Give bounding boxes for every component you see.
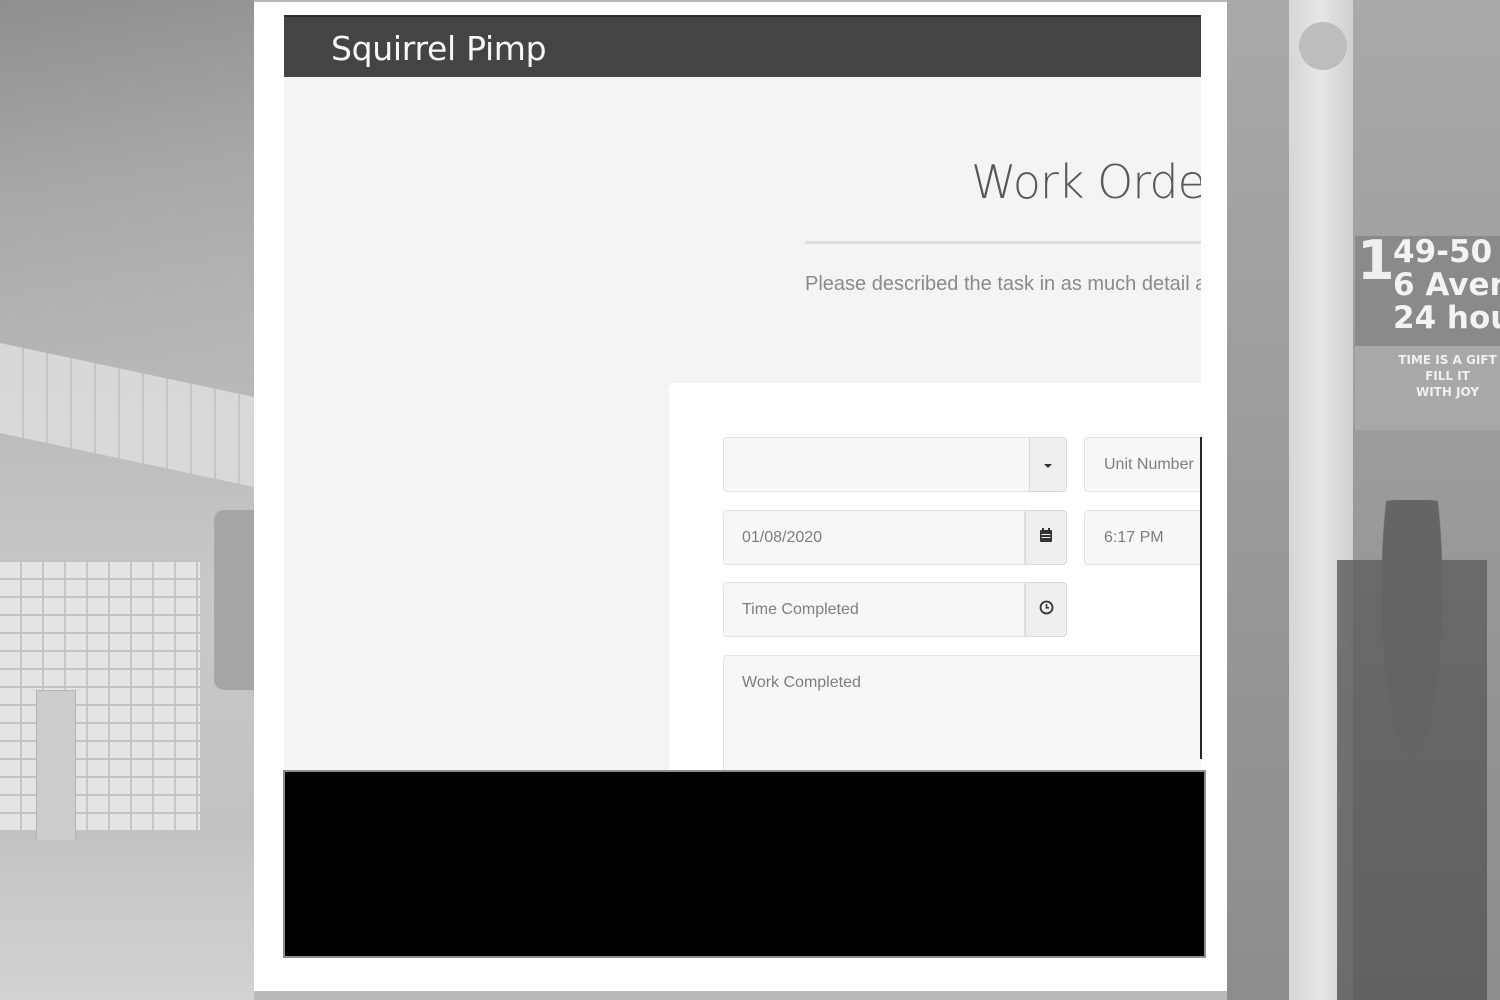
time-value: 6:17 PM xyxy=(1104,528,1164,546)
page-title: Work Order xyxy=(971,155,1201,209)
date-picker-button[interactable] xyxy=(1025,510,1067,565)
station-ceiling xyxy=(0,0,254,360)
station-wall-left xyxy=(0,0,254,1000)
page-subtitle: Please described the task in as much det… xyxy=(805,273,1201,295)
caret-down-icon xyxy=(1043,456,1053,474)
station-ad-line: TIME IS A GIFT xyxy=(1398,353,1497,367)
date-value: 01/08/2020 xyxy=(742,528,823,546)
station-sign-number: 1 xyxy=(1357,229,1395,292)
work-completed-placeholder: Work Completed xyxy=(742,674,861,691)
station-wall-right: 1 49-50 6 Aven 24 hou TIME IS A GIFT FIL… xyxy=(1227,0,1500,1000)
calendar-icon xyxy=(1039,527,1053,548)
work-completed-textarea[interactable]: Work Completed xyxy=(723,655,1201,770)
wall-door xyxy=(36,690,76,842)
station-ad-line: FILL IT xyxy=(1425,369,1470,383)
time-input[interactable]: 6:17 PM xyxy=(1084,510,1201,565)
transit-logo xyxy=(1299,22,1347,70)
redaction-box xyxy=(283,770,1206,958)
navbar: Squirrel Pimp xyxy=(284,17,1201,77)
tile-wall xyxy=(0,560,200,830)
time-picker-button[interactable] xyxy=(1025,582,1067,637)
unit-number-input[interactable]: Unit Number xyxy=(1084,437,1201,492)
station-sign: 1 49-50 6 Aven 24 hou xyxy=(1355,229,1500,346)
train-car xyxy=(214,510,254,690)
property-select-toggle[interactable] xyxy=(1029,437,1067,492)
commuter-silhouette xyxy=(1337,500,1487,1000)
brand-link[interactable]: Squirrel Pimp xyxy=(331,29,547,68)
screenshot-crop-edge xyxy=(1200,437,1202,759)
date-input[interactable]: 01/08/2020 xyxy=(723,510,1025,565)
unit-number-placeholder: Unit Number xyxy=(1104,455,1194,473)
app-window: Squirrel Pimp Work Order Please describe… xyxy=(284,15,1201,770)
clock-icon xyxy=(1039,600,1054,620)
station-ad-line: WITH JOY xyxy=(1415,385,1480,399)
time-completed-placeholder: Time Completed xyxy=(742,600,859,618)
time-completed-input[interactable]: Time Completed xyxy=(723,582,1025,637)
platform-floor xyxy=(0,840,254,1000)
station-sign-line: 49-50 xyxy=(1393,234,1493,270)
station-sign-line: 6 Aven xyxy=(1393,267,1500,303)
title-divider xyxy=(805,241,1201,244)
property-select[interactable] xyxy=(723,437,1031,492)
station-ad: TIME IS A GIFT FILL IT WITH JOY xyxy=(1355,346,1500,430)
platform-ledge xyxy=(0,343,254,487)
station-sign-line: 24 hou xyxy=(1393,300,1500,336)
